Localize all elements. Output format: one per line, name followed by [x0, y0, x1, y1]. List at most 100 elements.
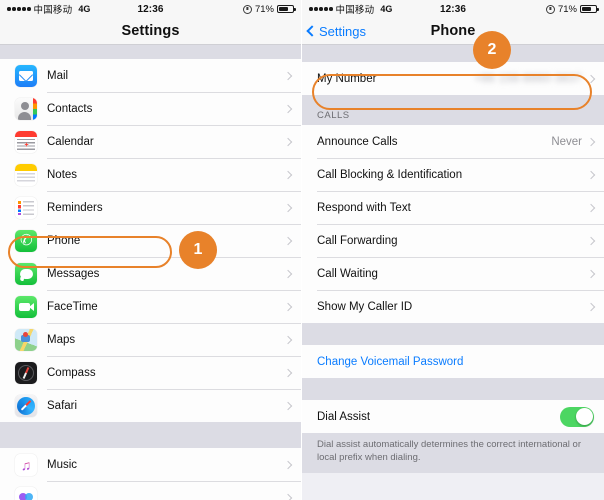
chevron-right-icon [283, 104, 293, 113]
battery-icon [277, 4, 296, 14]
section-header-label: CALLS [317, 110, 350, 121]
row-show-my-caller-id[interactable]: Show My Caller ID [302, 290, 604, 323]
chevron-right-icon [283, 137, 293, 146]
sidebar-item-label: Calendar [47, 135, 94, 148]
sidebar-item-messages[interactable]: Messages [0, 257, 301, 290]
rotation-lock-icon [242, 4, 252, 14]
calendar-icon: + [15, 130, 37, 153]
sidebar-item-calendar[interactable]: + Calendar [0, 125, 301, 158]
chevron-right-icon [586, 203, 596, 212]
row-value: Never [551, 135, 582, 148]
messages-icon [15, 262, 37, 285]
sidebar-item-reminders[interactable]: Reminders [0, 191, 301, 224]
dial-assist-toggle[interactable] [560, 406, 594, 427]
sidebar-item-music[interactable]: Music [0, 448, 301, 481]
row-call-waiting[interactable]: Call Waiting [302, 257, 604, 290]
row-change-voicemail-password[interactable]: Change Voicemail Password [302, 345, 604, 378]
dial-assist-label: Dial Assist [317, 410, 371, 423]
status-bar-right-group: 71% [545, 3, 599, 15]
sidebar-item-label: Mail [47, 69, 69, 82]
row-announce-calls[interactable]: Announce Calls Never [302, 125, 604, 158]
chevron-right-icon [283, 493, 293, 500]
network-type-label: 4G [380, 4, 393, 14]
chevron-left-icon [306, 25, 318, 37]
network-type-label: 4G [78, 4, 91, 14]
annotation-badge-1: 1 [179, 231, 217, 269]
settings-group-apps: Mail Contacts + Calendar Notes Reminders… [0, 59, 301, 422]
carrier-label: 中国移动 [335, 5, 375, 16]
tv-icon [15, 486, 37, 500]
section-header-calls: CALLS [302, 95, 604, 125]
annotation-badge-2: 2 [473, 31, 511, 69]
safari-icon [15, 394, 37, 417]
sidebar-item-phone[interactable]: Phone [0, 224, 301, 257]
list-gap-top [0, 45, 301, 59]
back-button[interactable]: Settings [306, 18, 366, 45]
sidebar-item-label: Phone [47, 234, 81, 247]
list-gap-media [0, 422, 301, 448]
settings-group-voicemail: Change Voicemail Password [302, 345, 604, 378]
row-label: Call Blocking & Identification [317, 168, 463, 181]
notes-icon [15, 163, 37, 186]
chevron-right-icon [586, 302, 596, 311]
battery-percent-label: 71% [557, 3, 577, 15]
chevron-right-icon [283, 368, 293, 377]
dual-screenshot-container: 中国移动 4G 12:36 71% Settings Mail Contacts… [0, 0, 604, 500]
chevron-right-icon [283, 302, 293, 311]
sidebar-item-safari[interactable]: Safari [0, 389, 301, 422]
chevron-right-icon [283, 401, 293, 410]
contacts-icon [15, 97, 37, 120]
sidebar-item-maps[interactable]: Maps [0, 323, 301, 356]
row-call-blocking[interactable]: Call Blocking & Identification [302, 158, 604, 191]
row-respond-with-text[interactable]: Respond with Text [302, 191, 604, 224]
row-call-forwarding[interactable]: Call Forwarding [302, 224, 604, 257]
sidebar-item-mail[interactable]: Mail [0, 59, 301, 92]
row-label: Show My Caller ID [317, 300, 413, 313]
list-gap-dial-assist [302, 378, 604, 400]
chevron-right-icon [283, 335, 293, 344]
sidebar-item-label: Notes [47, 168, 78, 181]
chevron-right-icon [586, 269, 596, 278]
row-dial-assist[interactable]: Dial Assist [302, 400, 604, 433]
sidebar-item-contacts[interactable]: Contacts [0, 92, 301, 125]
mail-icon [15, 64, 37, 87]
sidebar-item-facetime[interactable]: FaceTime [0, 290, 301, 323]
sidebar-item-label: Music [47, 458, 78, 471]
sidebar-item-label: Maps [47, 333, 76, 346]
sidebar-item-label: Safari [47, 399, 78, 412]
dial-assist-footnote: Dial assist automatically determines the… [302, 433, 604, 473]
sidebar-item-compass[interactable]: Compass [0, 356, 301, 389]
chevron-right-icon [586, 137, 596, 146]
row-my-number[interactable]: My Number +86 156-8860-3837 [302, 62, 604, 95]
settings-group-dial-assist: Dial Assist [302, 400, 604, 433]
settings-group-calls: Announce Calls Never Call Blocking & Ide… [302, 125, 604, 323]
left-phone-screen: 中国移动 4G 12:36 71% Settings Mail Contacts… [0, 0, 302, 500]
list-gap-top [302, 45, 604, 62]
sidebar-item-notes[interactable]: Notes [0, 158, 301, 191]
chevron-right-icon [283, 460, 293, 469]
my-number-value: +86 156-8860-3837 [474, 72, 582, 85]
row-label: Respond with Text [317, 201, 411, 214]
chevron-right-icon [586, 236, 596, 245]
sidebar-item-label: Messages [47, 267, 100, 280]
compass-icon [15, 361, 37, 384]
battery-percent-label: 71% [254, 3, 274, 15]
page-title: Settings [121, 23, 180, 39]
sidebar-item-label: Compass [47, 366, 96, 379]
sidebar-item-label: FaceTime [47, 300, 98, 313]
settings-list-scroll[interactable]: Mail Contacts + Calendar Notes Reminders… [0, 45, 301, 500]
chevron-right-icon [283, 170, 293, 179]
status-bar-left-group: 中国移动 4G [309, 2, 392, 16]
list-gap-voicemail [302, 323, 604, 345]
chevron-right-icon [586, 74, 596, 83]
signal-strength-icon [309, 7, 333, 11]
sidebar-item-partial[interactable] [0, 481, 301, 500]
phone-icon [15, 229, 37, 252]
chevron-right-icon [283, 71, 293, 80]
reminders-icon [15, 196, 37, 219]
chevron-right-icon [586, 170, 596, 179]
phone-settings-scroll[interactable]: My Number +86 156-8860-3837 CALLS Announ… [302, 45, 604, 500]
chevron-right-icon [283, 269, 293, 278]
facetime-icon [15, 295, 37, 318]
chevron-right-icon [283, 203, 293, 212]
